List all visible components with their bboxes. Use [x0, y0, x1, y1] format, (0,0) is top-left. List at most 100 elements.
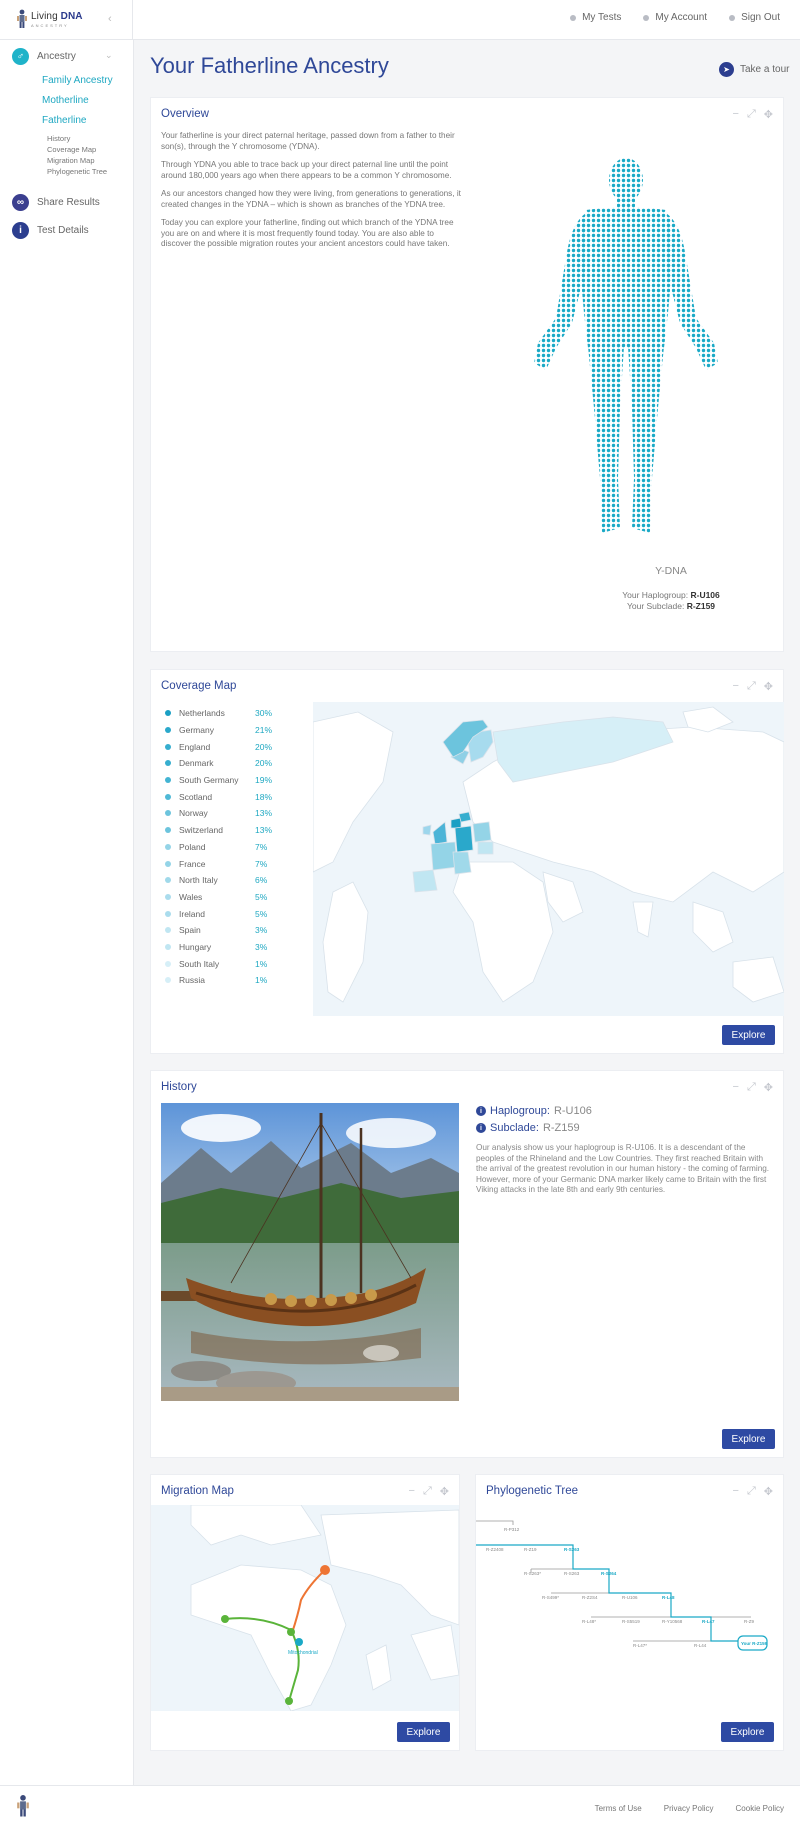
expand-icon[interactable]: ⤢ [747, 680, 756, 693]
region-percentage: 5% [255, 891, 268, 902]
info-icon: i [476, 1106, 486, 1116]
sidebar-item-family-ancestry[interactable]: Family Ancestry [42, 75, 113, 86]
my-tests-link[interactable]: My Tests [570, 12, 621, 23]
card-tools: − ⤢ ✥ [733, 1485, 773, 1498]
sign-out-link[interactable]: Sign Out [729, 12, 780, 23]
region-color-dot [165, 777, 171, 784]
expand-icon[interactable]: ⤢ [747, 1485, 756, 1498]
migration-world-map[interactable]: Mitochondrial [151, 1505, 459, 1711]
history-info: i Haplogroup: R-U106 i Subclade: R-Z159 … [476, 1105, 776, 1196]
card-title: History [161, 1081, 197, 1093]
overview-card: Overview − ⤢ ✥ Your fatherline is your d… [150, 97, 784, 652]
tree-node: R-Z9 [744, 1619, 754, 1624]
sidebar-item-fatherline[interactable]: Fatherline [42, 115, 86, 126]
region-percentage: 1% [255, 975, 268, 986]
migration-explore-button[interactable]: Explore [397, 1722, 450, 1742]
sidebar-item-migration-map[interactable]: Migration Map [47, 155, 95, 166]
region-percentage: 7% [255, 841, 268, 852]
card-tools: − ⤢ ✥ [409, 1485, 449, 1498]
region-name: Russia [179, 975, 205, 986]
move-icon[interactable]: ✥ [764, 1485, 773, 1498]
coverage-region-row: England 20% [165, 738, 277, 755]
move-icon[interactable]: ✥ [764, 680, 773, 693]
card-tools: − ⤢ ✥ [733, 1081, 773, 1094]
haplogroup-value: R-U106 [553, 1105, 592, 1117]
region-name: Norway [179, 808, 208, 819]
region-color-dot [165, 860, 171, 867]
card-tools: − ⤢ ✥ [733, 680, 773, 693]
minimize-icon[interactable]: − [409, 1485, 415, 1498]
phylogenetic-tree-diagram[interactable]: R-P312 R-Z2408 R-Z19 R-S263 R-S263* R-S2… [476, 1505, 784, 1711]
expand-icon[interactable]: ⤢ [423, 1485, 432, 1498]
history-explore-button[interactable]: Explore [722, 1429, 775, 1449]
expand-icon[interactable]: ⤢ [747, 1081, 756, 1094]
sidebar-item-coverage-map[interactable]: Coverage Map [47, 144, 96, 155]
sidebar-item-share-results[interactable]: ∞ Share Results [12, 194, 100, 211]
region-color-dot [165, 827, 171, 834]
my-account-link[interactable]: My Account [643, 12, 707, 23]
dot-icon [729, 14, 736, 21]
move-icon[interactable]: ✥ [764, 1081, 773, 1094]
region-name: Spain [179, 925, 201, 936]
haplogroup-label: Your Haplogroup: [622, 590, 689, 600]
coverage-region-row: Russia 1% [165, 972, 277, 989]
region-name: Ireland [179, 908, 205, 919]
tree-node: R-U106 [622, 1595, 638, 1600]
coverage-world-map[interactable] [313, 702, 784, 1016]
minimize-icon[interactable]: − [733, 1081, 739, 1094]
tree-node: R-S5519 [622, 1619, 640, 1624]
migration-map-card: Migration Map − ⤢ ✥ Mitochondrial Explor… [150, 1474, 460, 1751]
history-haplogroup: i Haplogroup: R-U106 [476, 1105, 776, 1117]
history-card: History − ⤢ ✥ i Haplogroup: R-U106 i Sub… [150, 1070, 784, 1458]
subclade-value: R-Z159 [686, 601, 716, 611]
minimize-icon[interactable]: − [733, 1485, 739, 1498]
coverage-explore-button[interactable]: Explore [722, 1025, 775, 1045]
sidebar-item-phylogenetic-tree[interactable]: Phylogenetic Tree [47, 166, 107, 177]
sidebar-item-motherline[interactable]: Motherline [42, 95, 89, 106]
chevron-down-icon[interactable]: ⌄ [105, 50, 113, 61]
tree-node: R-P312 [504, 1527, 520, 1532]
sidebar-item-test-details[interactable]: i Test Details [12, 222, 89, 239]
move-icon[interactable]: ✥ [440, 1485, 449, 1498]
tree-node: R-L48 [662, 1595, 675, 1600]
sidebar-item-ancestry[interactable]: ♂ Ancestry [12, 48, 76, 65]
tree-node: R-S263* [524, 1571, 541, 1576]
region-name: Wales [179, 891, 203, 902]
dot-icon [570, 14, 577, 21]
region-color-dot [165, 877, 171, 884]
tree-explore-button[interactable]: Explore [721, 1722, 774, 1742]
brand[interactable]: Living DNA ANCESTRY ‹ [0, 0, 133, 40]
cookie-policy-link[interactable]: Cookie Policy [736, 1804, 784, 1813]
region-color-dot [165, 760, 171, 767]
coverage-region-row: South Germany 19% [165, 772, 277, 789]
terms-of-use-link[interactable]: Terms of Use [595, 1804, 642, 1813]
collapse-sidebar-icon[interactable]: ‹ [108, 13, 112, 25]
overview-paragraph: Today you can explore your fatherline, f… [161, 218, 454, 248]
take-a-tour-button[interactable]: ➤ Take a tour [719, 62, 789, 77]
coverage-region-row: Spain 3% [165, 922, 277, 939]
expand-icon[interactable]: ⤢ [747, 108, 756, 121]
region-name: North Italy [179, 875, 218, 886]
overview-text: Your fatherline is your direct paternal … [161, 131, 466, 258]
page-title: Your Fatherline Ancestry [150, 53, 389, 78]
phylogenetic-tree-card: Phylogenetic Tree − ⤢ ✥ R-P312 R-Z2408 R… [475, 1474, 784, 1751]
history-subclade: i Subclade: R-Z159 [476, 1122, 776, 1134]
region-color-dot [165, 977, 171, 984]
sidebar: ♂ Ancestry ⌄ Family Ancestry Motherline … [0, 40, 134, 1785]
region-color-dot [165, 893, 171, 900]
sidebar-item-history[interactable]: History [47, 133, 70, 144]
privacy-policy-link[interactable]: Privacy Policy [664, 1804, 714, 1813]
brand-tagline: ANCESTRY [31, 23, 69, 28]
minimize-icon[interactable]: − [733, 108, 739, 121]
footer-logo-icon [17, 1795, 29, 1817]
navigation-arrow-icon: ➤ [719, 62, 734, 77]
region-percentage: 1% [255, 958, 268, 969]
minimize-icon[interactable]: − [733, 680, 739, 693]
region-percentage: 7% [255, 858, 268, 869]
haplogroup-label: Haplogroup: [490, 1105, 550, 1117]
tree-node-your-subclade: Your R-Z159 [741, 1641, 768, 1646]
coverage-region-row: France 7% [165, 855, 277, 872]
move-icon[interactable]: ✥ [764, 108, 773, 121]
region-color-dot [165, 910, 171, 917]
tree-node: R-L47 [702, 1619, 715, 1624]
